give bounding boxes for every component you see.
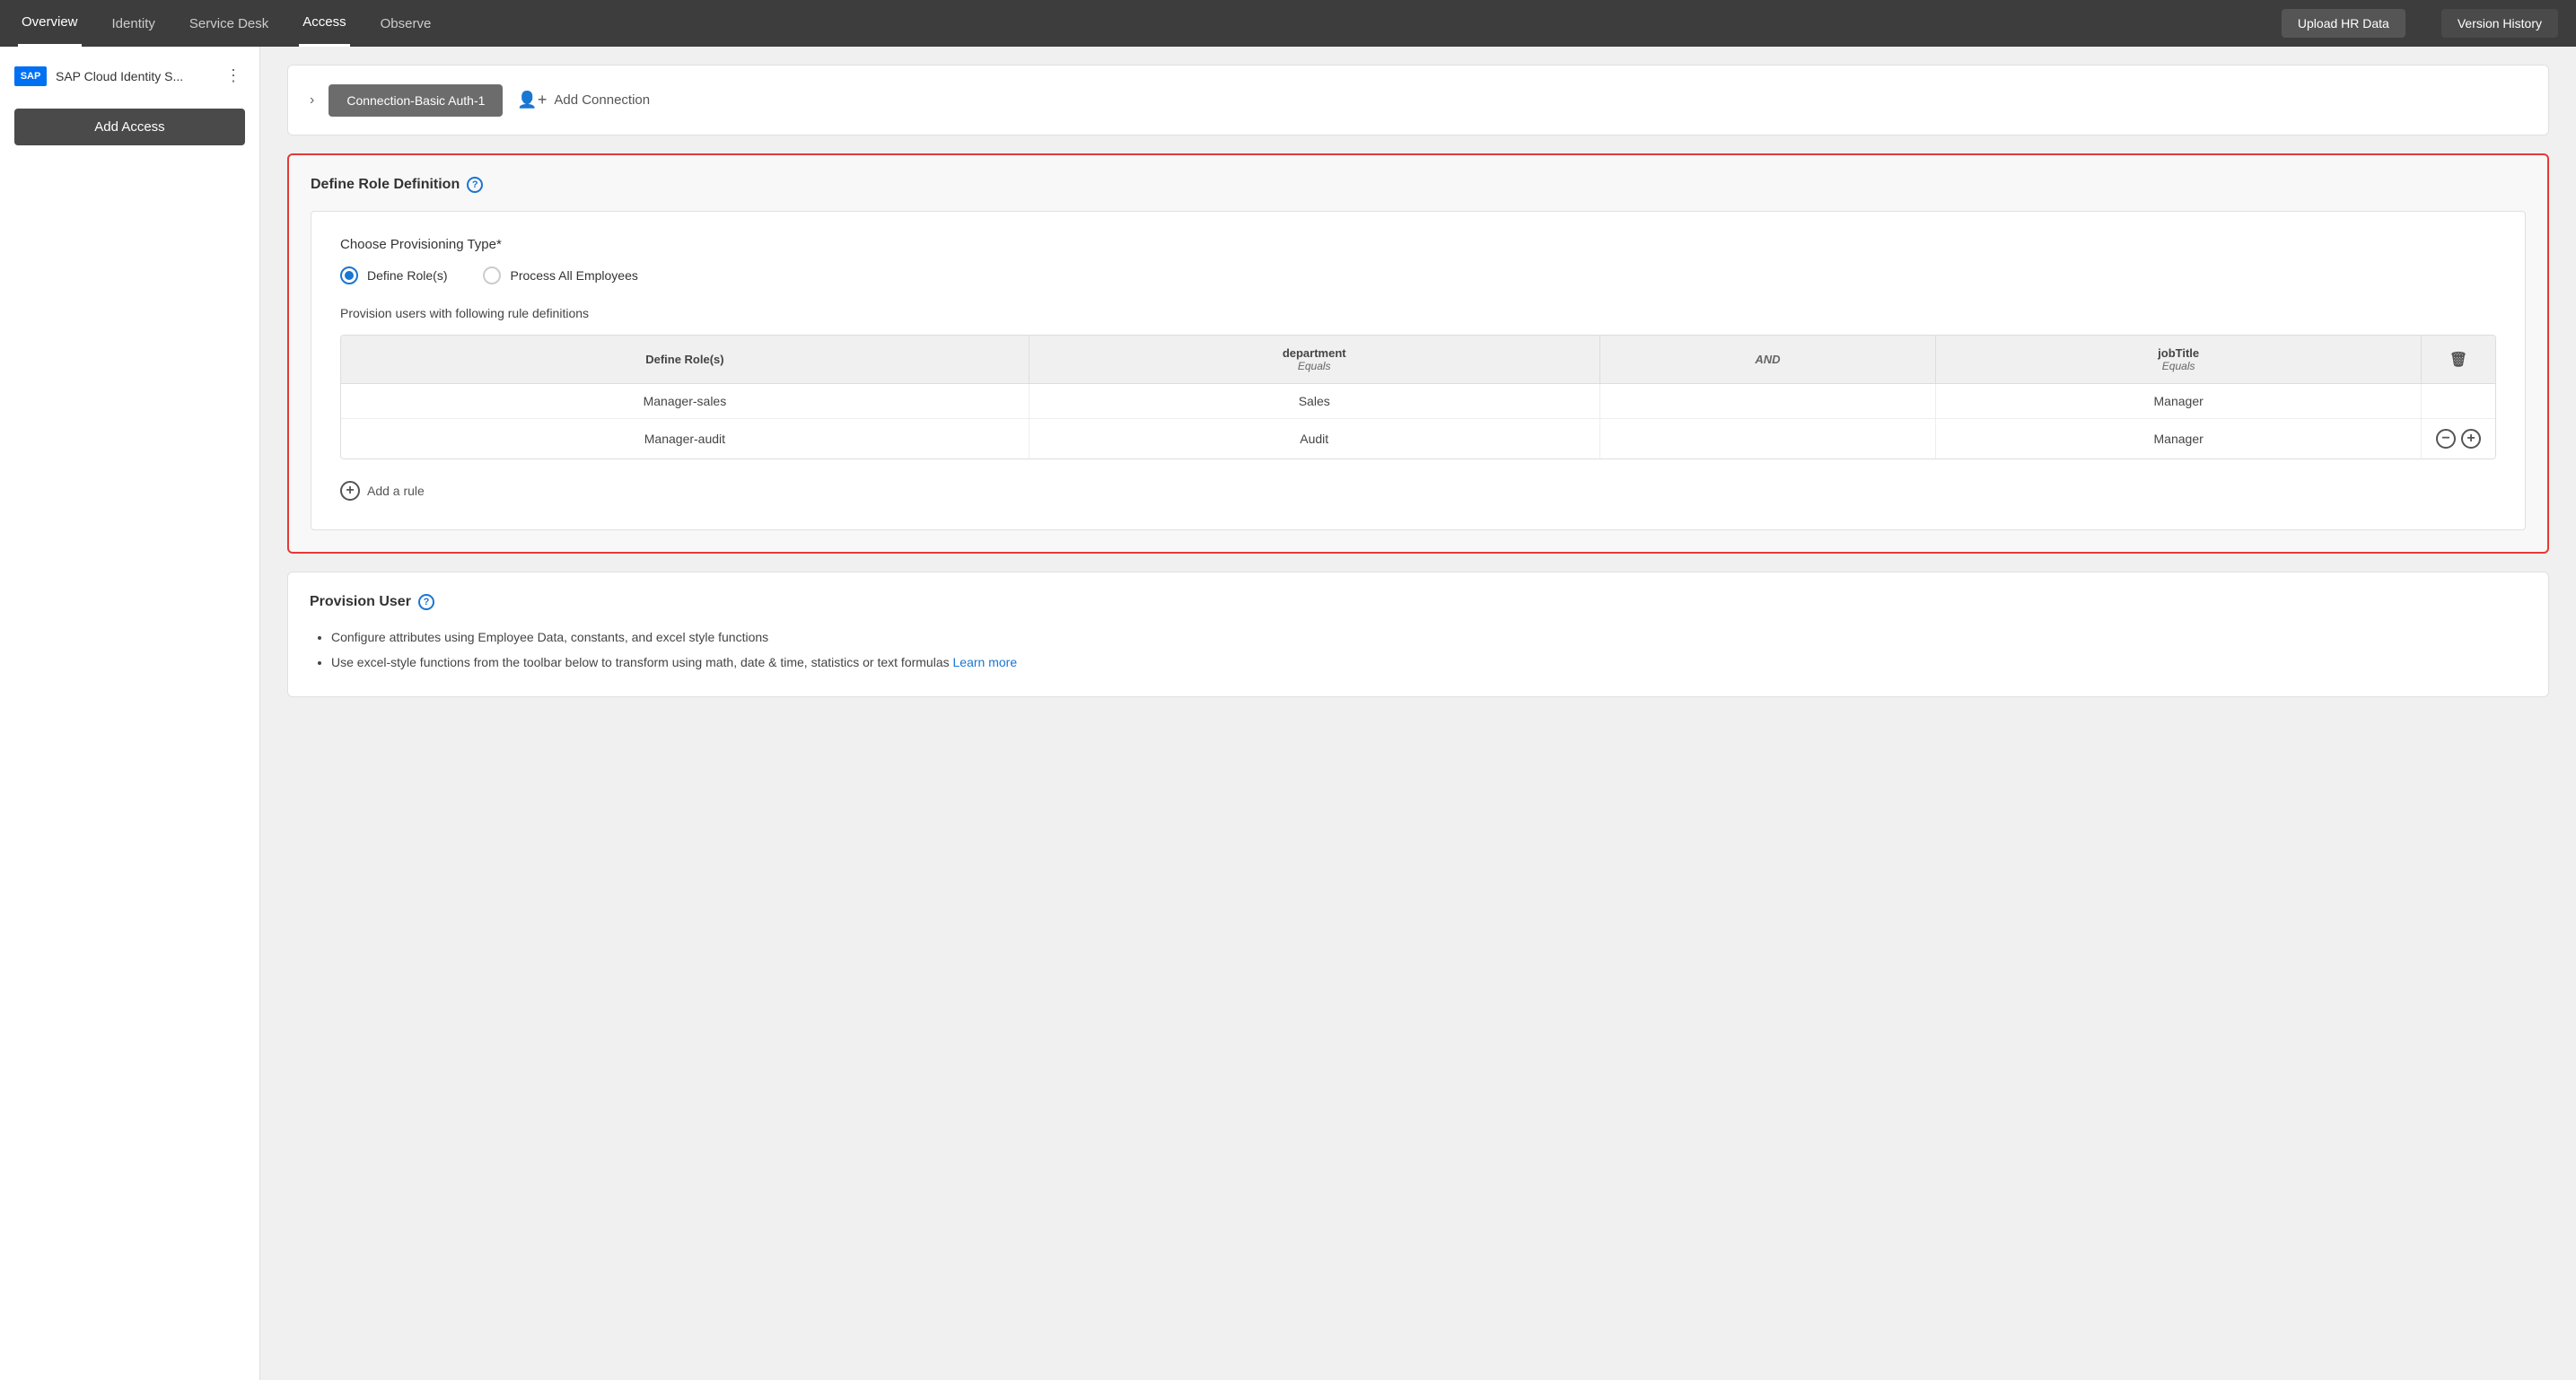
- provision-user-title: Provision User ?: [310, 594, 2527, 610]
- row2-department: Audit: [1029, 419, 1599, 459]
- provision-user-title-text: Provision User: [310, 594, 411, 610]
- sidebar-header: SAP SAP Cloud Identity S... ⋮: [14, 65, 245, 87]
- provision-user-bullets: Configure attributes using Employee Data…: [310, 624, 2527, 675]
- define-role-help-icon[interactable]: ?: [467, 177, 483, 193]
- table-header-row: Define Role(s) department Equals AND: [341, 336, 2495, 384]
- radio-define-roles-label: Define Role(s): [367, 268, 447, 283]
- provisioning-container: Choose Provisioning Type* Define Role(s)…: [311, 211, 2526, 530]
- version-history-button[interactable]: Version History: [2441, 9, 2558, 38]
- row1-role: Manager-sales: [341, 384, 1029, 419]
- main-content: › Connection-Basic Auth-1 👤+ Add Connect…: [260, 47, 2576, 1380]
- row2-actions: − +: [2422, 419, 2496, 459]
- provision-subtitle: Provision users with following rule defi…: [340, 306, 2496, 320]
- chevron-right-icon: ›: [310, 92, 314, 109]
- sidebar: SAP SAP Cloud Identity S... ⋮ Add Access: [0, 47, 260, 1380]
- add-row-button[interactable]: +: [2461, 429, 2481, 449]
- provision-user-help-icon[interactable]: ?: [418, 594, 434, 610]
- sidebar-menu-button[interactable]: ⋮: [222, 65, 245, 87]
- bullet-item-2: Use excel-style functions from the toolb…: [331, 650, 2527, 675]
- radio-process-all-circle: [483, 266, 501, 284]
- col-and: AND: [1599, 336, 1936, 384]
- col-define-roles: Define Role(s): [341, 336, 1029, 384]
- row1-job-title: Manager: [1936, 384, 2422, 419]
- learn-more-link[interactable]: Learn more: [953, 655, 1018, 669]
- row2-action-icons: − +: [2436, 429, 2481, 449]
- nav-observe[interactable]: Observe: [377, 2, 435, 46]
- col-actions: 🗑: [2422, 336, 2496, 384]
- row1-actions: [2422, 384, 2496, 419]
- provisioning-type-label: Choose Provisioning Type*: [340, 237, 2496, 252]
- col-department: department Equals: [1029, 336, 1599, 384]
- add-rule-button[interactable]: + Add a rule: [340, 477, 425, 504]
- table-row: Manager-sales Sales Manager: [341, 384, 2495, 419]
- table-row: Manager-audit Audit Manager − +: [341, 419, 2495, 459]
- upload-hr-data-button[interactable]: Upload HR Data: [2282, 9, 2405, 38]
- radio-process-all[interactable]: Process All Employees: [483, 266, 637, 284]
- radio-process-all-label: Process All Employees: [510, 268, 637, 283]
- connection-basic-auth-button[interactable]: Connection-Basic Auth-1: [329, 84, 503, 117]
- row2-role: Manager-audit: [341, 419, 1029, 459]
- define-role-section: Define Role Definition ? Choose Provisio…: [287, 153, 2549, 554]
- radio-define-roles-circle: [340, 266, 358, 284]
- nav-access[interactable]: Access: [299, 0, 349, 47]
- add-connection-label: Add Connection: [554, 92, 650, 108]
- sap-logo: SAP: [14, 66, 47, 86]
- row2-job-title: Manager: [1936, 419, 2422, 459]
- nav-identity[interactable]: Identity: [109, 2, 159, 46]
- add-connection-link[interactable]: 👤+ Add Connection: [517, 83, 650, 117]
- remove-row-button[interactable]: −: [2436, 429, 2456, 449]
- define-role-title: Define Role Definition ?: [311, 177, 2526, 193]
- bullet-item-1: Configure attributes using Employee Data…: [331, 624, 2527, 650]
- sidebar-app-name: SAP Cloud Identity S...: [56, 69, 213, 83]
- row1-and: [1599, 384, 1936, 419]
- provisioning-radio-group: Define Role(s) Process All Employees: [340, 266, 2496, 284]
- radio-define-roles[interactable]: Define Role(s): [340, 266, 447, 284]
- top-nav: Overview Identity Service Desk Access Ob…: [0, 0, 2576, 47]
- add-connection-person-icon: 👤+: [517, 91, 547, 109]
- add-access-button[interactable]: Add Access: [14, 109, 245, 145]
- rules-table: Define Role(s) department Equals AND: [341, 336, 2495, 459]
- nav-overview[interactable]: Overview: [18, 0, 82, 47]
- add-rule-circle-icon: +: [340, 481, 360, 501]
- provision-user-section: Provision User ? Configure attributes us…: [287, 572, 2549, 697]
- delete-header-icon[interactable]: 🗑: [2449, 353, 2467, 368]
- row2-and: [1599, 419, 1936, 459]
- col-job-title: jobTitle Equals: [1936, 336, 2422, 384]
- connection-block: › Connection-Basic Auth-1 👤+ Add Connect…: [287, 65, 2549, 135]
- define-role-title-text: Define Role Definition: [311, 177, 460, 193]
- main-layout: SAP SAP Cloud Identity S... ⋮ Add Access…: [0, 47, 2576, 1380]
- rules-table-wrapper: Define Role(s) department Equals AND: [340, 335, 2496, 459]
- row1-department: Sales: [1029, 384, 1599, 419]
- add-rule-label: Add a rule: [367, 484, 425, 498]
- nav-service-desk[interactable]: Service Desk: [186, 2, 272, 46]
